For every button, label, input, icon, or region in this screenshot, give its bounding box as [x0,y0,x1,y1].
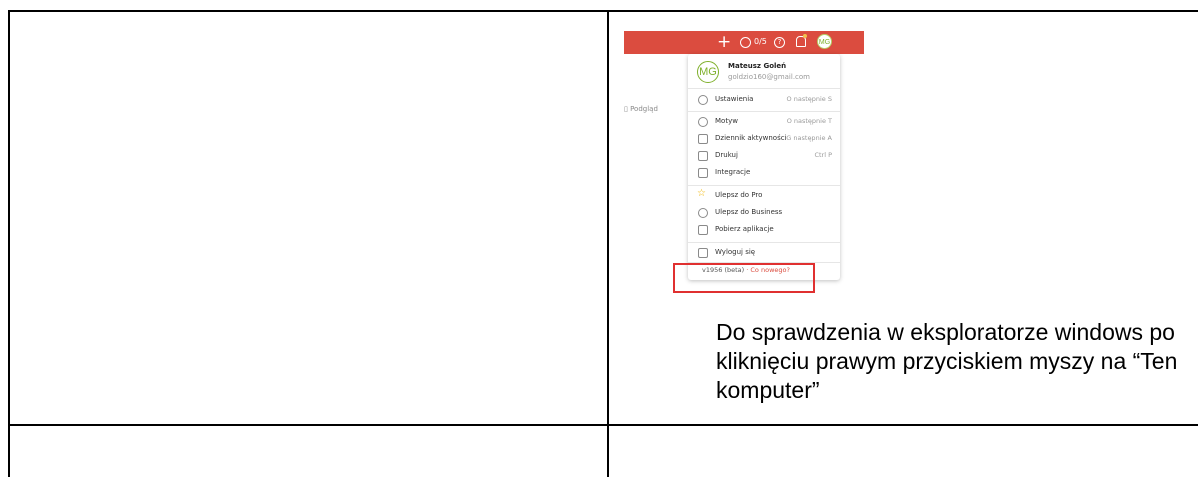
menu-item-label: Wyloguj się [715,248,756,256]
karma-count[interactable]: 0/5 [754,37,767,46]
preview-link[interactable]: ▯ Podgląd [624,105,658,113]
menu-item-settings[interactable]: Ustawienia O następnie S [688,92,840,109]
menu-item-integrations[interactable]: Integracje [688,165,840,182]
menu-avatar: MG [697,61,719,83]
menu-item-activity-log[interactable]: Dziennik aktywności G następnie A [688,131,840,148]
table-border-middle [8,424,1198,426]
menu-item-label: Ulepsz do Pro [715,191,763,199]
instruction-note: Do sprawdzenia w eksploratorze windows p… [716,319,1178,403]
printer-icon [698,151,708,161]
menu-divider [688,242,840,243]
gear-icon [698,95,708,105]
embedded-screenshot: + 0/5 ? MG ▯ Podgląd MG Mateusz Goleń go… [624,31,864,291]
menu-item-label: Drukuj [715,151,738,159]
phone-icon [698,225,708,235]
menu-item-logout[interactable]: Wyloguj się [688,245,840,262]
menu-item-theme[interactable]: Motyw O następnie T [688,114,840,131]
menu-item-upgrade-business[interactable]: Ulepsz do Business [688,205,840,222]
logout-icon [698,248,708,258]
menu-item-shortcut: O następnie S [786,95,832,103]
star-icon: ☆ [697,188,706,199]
menu-item-label: Integracje [715,168,751,176]
menu-item-label: Ulepsz do Business [715,208,783,216]
user-email: goldzio160@gmail.com [728,73,810,81]
app-topbar: + 0/5 ? MG [624,31,864,54]
user-menu: MG Mateusz Goleń goldzio160@gmail.com Us… [688,54,840,280]
menu-item-label: Pobierz aplikacje [715,225,774,233]
help-icon[interactable]: ? [774,37,785,48]
karma-check-icon[interactable] [740,37,751,48]
menu-item-shortcut: O następnie T [786,117,832,125]
integrations-icon [698,168,708,178]
menu-item-print[interactable]: Drukuj Ctrl P [688,148,840,165]
table-border-center [607,10,609,477]
menu-item-shortcut: G następnie A [786,134,832,142]
user-name: Mateusz Goleń [728,62,787,70]
preview-label: Podgląd [630,105,658,113]
topbar-avatar[interactable]: MG [817,34,832,49]
menu-item-label: Dziennik aktywności [715,134,787,142]
add-task-icon[interactable]: + [717,32,731,52]
document-table [0,0,1198,477]
menu-item-label: Motyw [715,117,738,125]
menu-item-label: Ustawienia [715,95,754,103]
menu-divider [688,111,840,112]
table-border-top [8,10,1198,12]
highlight-box [673,263,815,293]
users-icon [698,208,708,218]
palette-icon [698,117,708,127]
menu-item-shortcut: Ctrl P [814,151,832,159]
menu-divider [688,185,840,186]
menu-item-download-apps[interactable]: Pobierz aplikacje [688,222,840,239]
notification-dot [803,34,807,38]
activity-icon [698,134,708,144]
menu-divider [688,88,840,89]
table-border-left [8,10,10,477]
menu-item-upgrade-pro[interactable]: ☆ Ulepsz do Pro [688,188,840,205]
